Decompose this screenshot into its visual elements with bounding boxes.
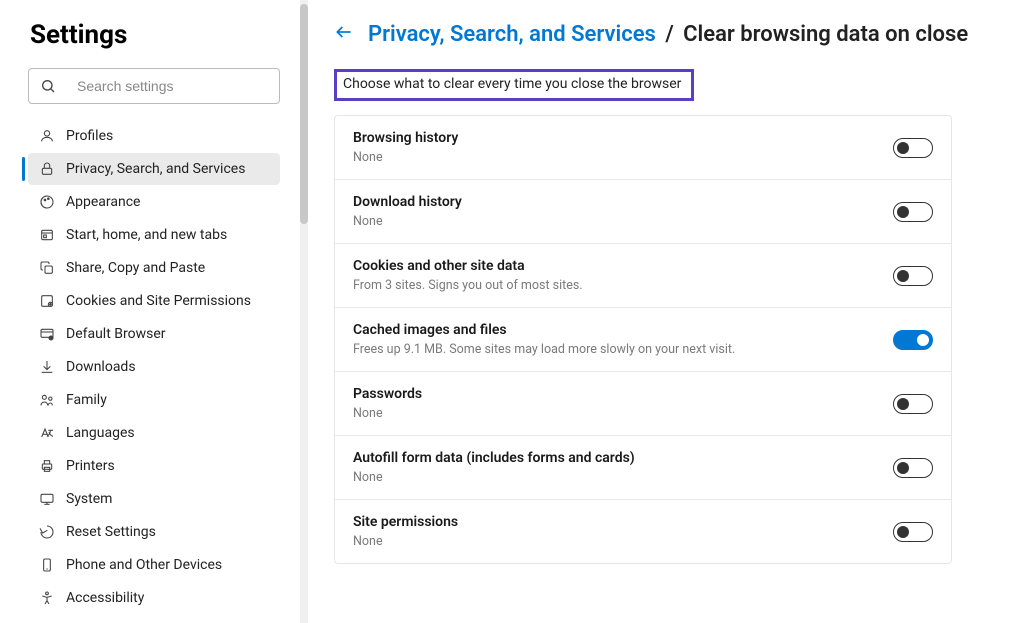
sidebar-item-cookies[interactable]: Cookies and Site Permissions [28, 285, 280, 317]
sidebar-item-share[interactable]: Share, Copy and Paste [28, 252, 280, 284]
toggle-knob [897, 142, 909, 154]
setting-subtitle: None [353, 214, 893, 229]
sidebar-item-phone[interactable]: Phone and Other Devices [28, 549, 280, 581]
setting-title: Browsing history [353, 130, 893, 146]
breadcrumb-current: Clear browsing data on close [683, 22, 968, 47]
sidebar-item-printers[interactable]: Printers [28, 450, 280, 482]
sidebar-item-label: Cookies and Site Permissions [66, 293, 251, 309]
sidebar-item-family[interactable]: Family [28, 384, 280, 416]
sidebar-item-label: Languages [66, 425, 135, 441]
toggle-switch[interactable] [893, 138, 933, 158]
printers-icon [38, 457, 56, 475]
sidebar-item-label: Reset Settings [66, 524, 156, 540]
sidebar-item-profiles[interactable]: Profiles [28, 120, 280, 152]
setting-title: Cookies and other site data [353, 258, 893, 274]
setting-title: Download history [353, 194, 893, 210]
settings-panel: Browsing history None Download history None… [334, 115, 952, 564]
sidebar-item-label: Profiles [66, 128, 113, 144]
sidebar-item-label: Start, home, and new tabs [66, 227, 227, 243]
toggle-switch[interactable] [893, 458, 933, 478]
sidebar-item-start[interactable]: Start, home, and new tabs [28, 219, 280, 251]
setting-title: Autofill form data (includes forms and c… [353, 450, 893, 466]
setting-subtitle: None [353, 406, 893, 421]
sidebar-item-label: Share, Copy and Paste [66, 260, 205, 276]
toggle-knob [897, 398, 909, 410]
sidebar-item-browser[interactable]: Default Browser [28, 318, 280, 350]
setting-row: Cached images and files Frees up 9.1 MB. … [335, 308, 951, 372]
languages-icon [38, 424, 56, 442]
nav-list: Profiles Privacy, Search, and Services App… [28, 120, 280, 623]
search-input[interactable] [77, 78, 269, 94]
setting-title: Site permissions [353, 514, 893, 530]
family-icon [38, 391, 56, 409]
sidebar-item-label: Default Browser [66, 326, 166, 342]
subtitle-highlight: Choose what to clear every time you clos… [334, 69, 694, 101]
main-content: Privacy, Search, and Services / Clear br… [300, 0, 1026, 623]
appearance-icon [38, 193, 56, 211]
sidebar-item-languages[interactable]: Languages [28, 417, 280, 449]
phone-icon [38, 556, 56, 574]
setting-row: Passwords None [335, 372, 951, 436]
setting-title: Passwords [353, 386, 893, 402]
sidebar-item-download[interactable]: Downloads [28, 351, 280, 383]
setting-row: Browsing history None [335, 116, 951, 180]
download-icon [38, 358, 56, 376]
toggle-switch[interactable] [893, 202, 933, 222]
toggle-knob [917, 334, 929, 346]
share-icon [38, 259, 56, 277]
lock-icon [38, 160, 56, 178]
setting-title: Cached images and files [353, 322, 893, 338]
toggle-knob [897, 526, 909, 538]
sidebar-item-label: System [66, 491, 112, 507]
breadcrumb: Privacy, Search, and Services / Clear br… [334, 22, 996, 47]
sidebar-item-label: Privacy, Search, and Services [66, 161, 245, 177]
accessibility-icon [38, 589, 56, 607]
sidebar-item-label: Accessibility [66, 590, 144, 606]
setting-row: Site permissions None [335, 500, 951, 563]
browser-icon [38, 325, 56, 343]
sidebar-item-appearance[interactable]: Appearance [28, 186, 280, 218]
sidebar-item-system[interactable]: System [28, 483, 280, 515]
sidebar-item-label: Appearance [66, 194, 140, 210]
cookies-icon [38, 292, 56, 310]
breadcrumb-separator: / [665, 22, 673, 47]
sidebar-item-reset[interactable]: Reset Settings [28, 516, 280, 548]
setting-row: Autofill form data (includes forms and c… [335, 436, 951, 500]
start-icon [38, 226, 56, 244]
setting-row: Cookies and other site data From 3 sites.… [335, 244, 951, 308]
sidebar-item-label: Family [66, 392, 107, 408]
toggle-knob [897, 206, 909, 218]
toggle-switch[interactable] [893, 522, 933, 542]
setting-row: Download history None [335, 180, 951, 244]
search-icon [39, 77, 57, 95]
toggle-knob [897, 462, 909, 474]
toggle-switch[interactable] [893, 266, 933, 286]
search-input-container[interactable] [28, 68, 280, 104]
toggle-knob [897, 270, 909, 282]
setting-subtitle: None [353, 470, 893, 485]
breadcrumb-link[interactable]: Privacy, Search, and Services [368, 22, 656, 47]
subtitle: Choose what to clear every time you clos… [343, 76, 681, 92]
sidebar-item-label: Downloads [66, 359, 136, 375]
toggle-switch[interactable] [893, 394, 933, 414]
setting-subtitle: None [353, 150, 893, 165]
setting-subtitle: None [353, 534, 893, 549]
system-icon [38, 490, 56, 508]
page-title: Settings [28, 20, 290, 50]
sidebar-item-accessibility[interactable]: Accessibility [28, 582, 280, 614]
toggle-switch[interactable] [893, 330, 933, 350]
sidebar-item-lock[interactable]: Privacy, Search, and Services [28, 153, 280, 185]
setting-subtitle: Frees up 9.1 MB. Some sites may load mor… [353, 342, 893, 357]
sidebar: Settings Profiles Privacy, Search, and Se… [0, 0, 300, 623]
sidebar-item-label: Printers [66, 458, 115, 474]
sidebar-item-about[interactable]: About Microsoft Edge [28, 615, 280, 623]
sidebar-item-label: Phone and Other Devices [66, 557, 222, 573]
reset-icon [38, 523, 56, 541]
back-arrow-icon[interactable] [334, 22, 354, 47]
setting-subtitle: From 3 sites. Signs you out of most site… [353, 278, 893, 293]
profiles-icon [38, 127, 56, 145]
